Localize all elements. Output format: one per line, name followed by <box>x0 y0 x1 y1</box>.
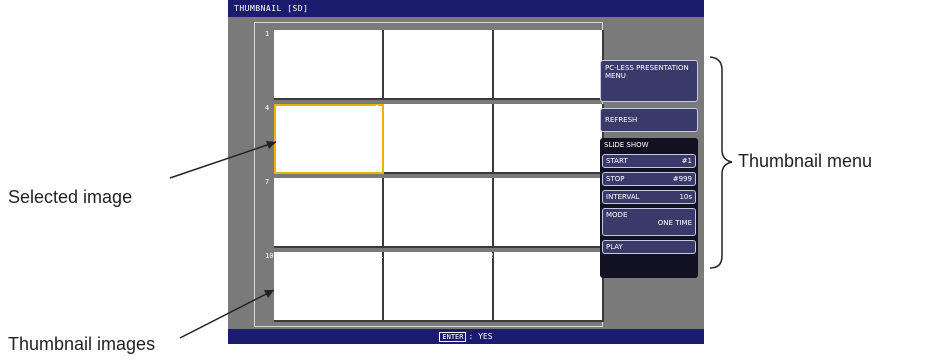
thumbnail-images-pointer <box>179 289 275 339</box>
annotation-lines <box>169 56 733 339</box>
selected-image-label: Selected image <box>8 187 133 207</box>
menu-brace <box>709 56 733 269</box>
thumbnail-images-label: Thumbnail images <box>8 334 156 354</box>
selected-image-pointer <box>169 141 277 179</box>
arrowhead-icon <box>266 141 276 149</box>
thumbnail-menu-label: Thumbnail menu <box>738 151 873 171</box>
